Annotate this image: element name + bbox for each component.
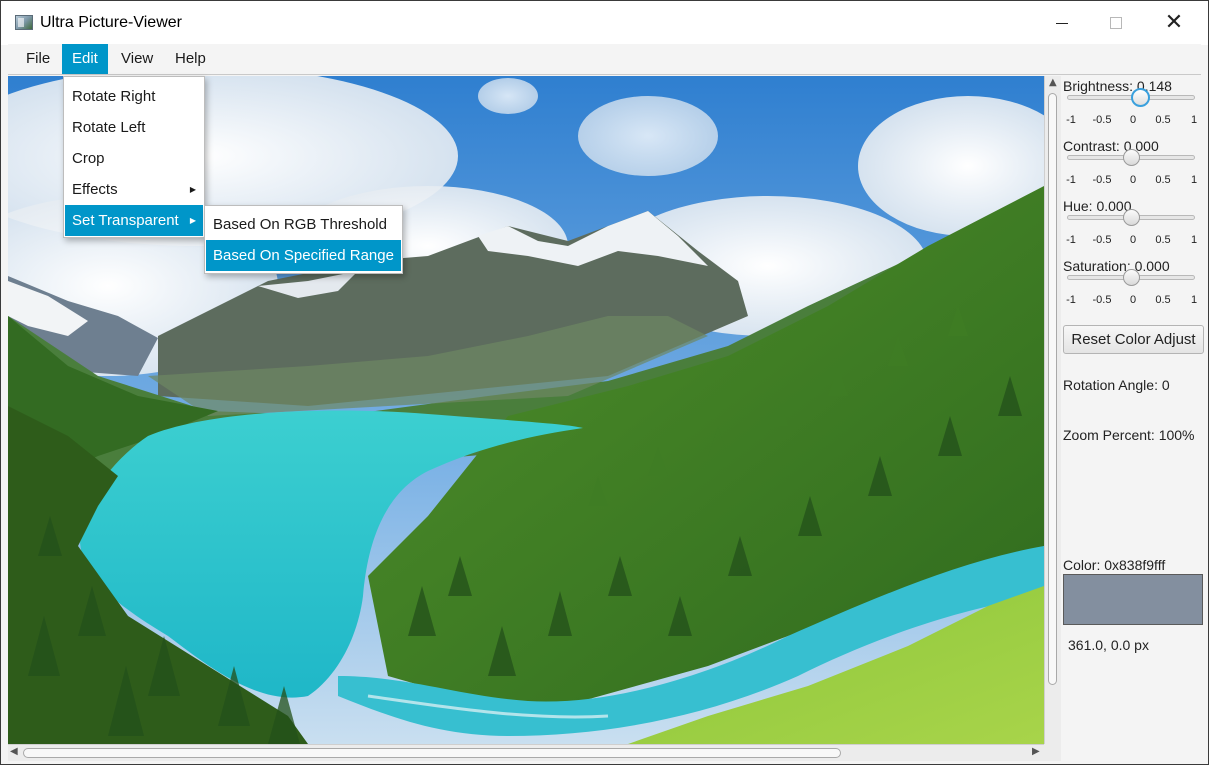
close-icon: ✕ [1164,10,1184,35]
menu-item-rotate-right[interactable]: Rotate Right [65,81,203,112]
cursor-coordinates: 361.0, 0.0 px [1068,637,1149,653]
menu-item-effects-label: Effects [72,181,118,198]
scrollbar-corner [1044,744,1061,761]
menu-item-specified-range[interactable]: Based On Specified Range [206,240,401,271]
vertical-scrollbar[interactable]: ▲ [1044,76,1061,744]
tick-label: 1 [1190,294,1198,306]
tick-label: 0.5 [1155,174,1171,186]
brightness-slider[interactable] [1067,88,1195,110]
title-bar[interactable]: Ultra Picture-Viewer ✕ [1,1,1208,45]
tick-label: -1 [1066,114,1076,126]
submenu-arrow-icon: ▶ [189,185,196,194]
tick-label: 1 [1190,174,1198,186]
scroll-right-arrow-icon[interactable]: ▶ [1032,746,1040,757]
tick-label: -0.5 [1092,234,1112,246]
saturation-slider-knob[interactable] [1122,269,1140,286]
menu-item-set-transparent-label: Set Transparent [72,212,179,229]
menu-item-effects[interactable]: Effects ▶ [65,174,203,205]
tick-label: 0 [1129,174,1137,186]
submenu-arrow-icon: ▶ [189,216,196,225]
tick-label: 0.5 [1155,234,1171,246]
horizontal-scroll-thumb[interactable] [23,748,841,758]
saturation-slider[interactable] [1067,268,1195,290]
saturation-ticks: -1 -0.5 0 0.5 1 [1061,294,1206,308]
brightness-slider-knob[interactable] [1130,88,1150,107]
menu-view[interactable]: View [111,44,163,74]
scroll-left-arrow-icon[interactable]: ◀ [10,746,18,757]
tick-label: 1 [1190,234,1198,246]
hue-slider[interactable] [1067,208,1195,230]
adjust-panel: Brightness: 0.148 -1 -0.5 0 0.5 1 Contra… [1061,76,1206,761]
vertical-scroll-thumb[interactable] [1048,93,1057,685]
color-swatch [1063,574,1203,625]
maximize-button[interactable] [1087,1,1145,45]
contrast-slider-knob[interactable] [1122,149,1140,166]
menu-item-rotate-left[interactable]: Rotate Left [65,112,203,143]
tick-label: 0.5 [1155,294,1171,306]
rotation-angle-label: Rotation Angle: 0 [1063,377,1170,393]
app-window: Ultra Picture-Viewer ✕ File Edit View He… [0,0,1209,765]
tick-label: 0 [1129,114,1137,126]
menu-item-set-transparent[interactable]: Set Transparent ▶ [65,205,203,236]
tick-label: -1 [1066,234,1076,246]
edit-menu-dropdown: Rotate Right Rotate Left Crop Effects ▶ … [63,76,205,238]
minimize-icon [1056,22,1068,24]
tick-label: -0.5 [1092,114,1112,126]
tick-label: 0.5 [1155,114,1171,126]
tick-label: -1 [1066,174,1076,186]
picture-viewer-app-icon [15,15,33,30]
menu-file[interactable]: File [16,44,60,74]
hue-slider-knob[interactable] [1122,209,1140,226]
menu-bar: File Edit View Help [8,44,1201,75]
contrast-ticks: -1 -0.5 0 0.5 1 [1061,174,1206,188]
horizontal-scrollbar[interactable]: ◀ ▶ [8,744,1044,761]
set-transparent-submenu: Based On RGB Threshold Based On Specifie… [204,205,403,274]
menu-edit[interactable]: Edit [62,44,108,74]
tick-label: 0 [1129,294,1137,306]
hue-ticks: -1 -0.5 0 0.5 1 [1061,234,1206,248]
tick-label: -0.5 [1092,174,1112,186]
color-value-label: Color: 0x838f9fff [1063,557,1166,573]
tick-label: 1 [1190,114,1198,126]
tick-label: -1 [1066,294,1076,306]
contrast-slider[interactable] [1067,148,1195,170]
menu-item-rgb-threshold[interactable]: Based On RGB Threshold [206,209,401,240]
maximize-icon [1110,17,1122,29]
tick-label: 0 [1129,234,1137,246]
brightness-ticks: -1 -0.5 0 0.5 1 [1061,114,1206,128]
window-title: Ultra Picture-Viewer [40,14,182,31]
scroll-up-arrow-icon[interactable]: ▲ [1049,77,1057,88]
reset-color-adjust-button[interactable]: Reset Color Adjust [1063,325,1204,354]
minimize-button[interactable] [1033,1,1091,45]
zoom-percent-label: Zoom Percent: 100% [1063,427,1195,443]
close-button[interactable]: ✕ [1145,1,1203,45]
menu-item-crop[interactable]: Crop [65,143,203,174]
menu-help[interactable]: Help [165,44,216,74]
tick-label: -0.5 [1092,294,1112,306]
